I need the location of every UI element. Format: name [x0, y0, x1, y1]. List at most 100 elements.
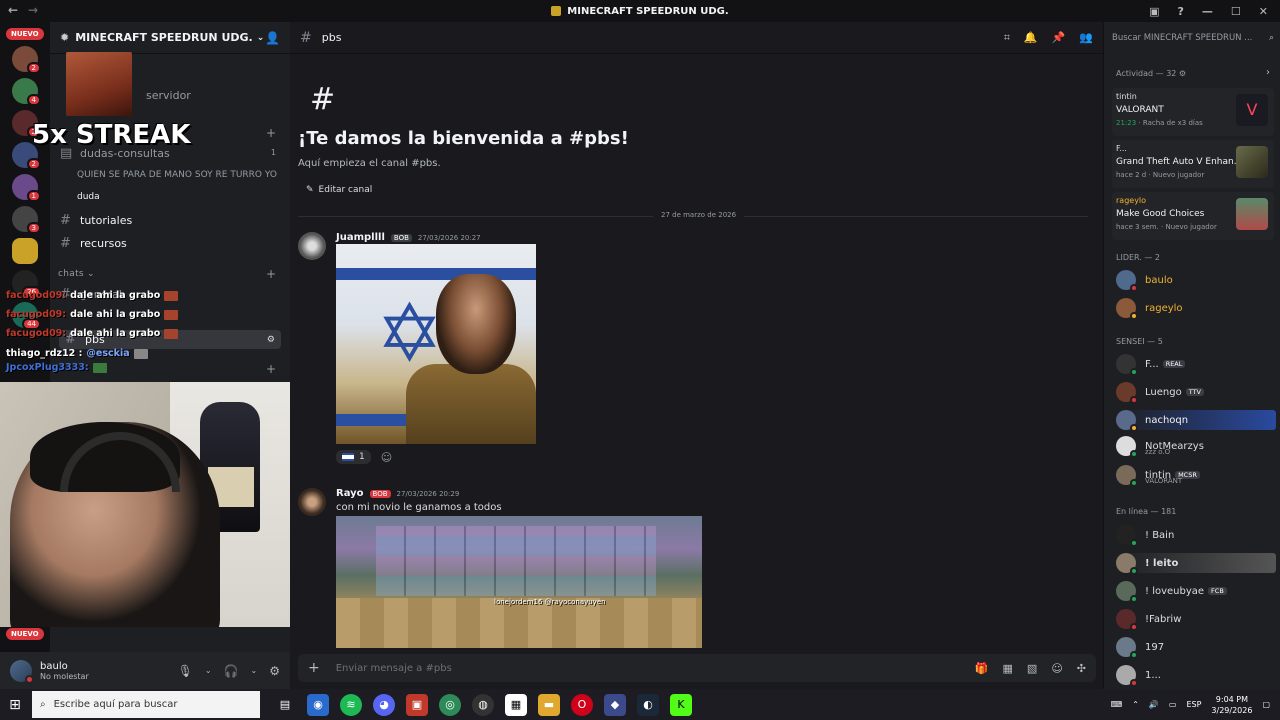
member-item[interactable]: ! loveubyae FCB — [1116, 581, 1227, 603]
member-item[interactable]: tintin MCSR VALORANT — [1116, 465, 1200, 487]
gift-icon[interactable]: 🎁 — [975, 662, 989, 675]
sticker-icon[interactable]: ▧ — [1027, 662, 1037, 675]
member-item[interactable]: ! Bain — [1116, 525, 1174, 547]
member-item[interactable]: Luengo TTV — [1116, 382, 1204, 404]
windows-start-icon[interactable]: ⊞ — [0, 697, 30, 713]
thread-duda[interactable]: duda — [77, 192, 100, 202]
member-item[interactable]: ! leito — [1116, 553, 1276, 575]
message-input[interactable]: + Enviar mensaje a #pbs 🎁 ▦ ▧ ☺ ✣ — [298, 654, 1096, 682]
add-channel-icon[interactable]: + — [266, 362, 276, 376]
avatar[interactable] — [298, 232, 326, 260]
thread-quien-se-para[interactable]: QUIEN SE PARA DE MANO SOY RE TURRO YO — [77, 170, 277, 180]
message-image[interactable]: ✡ — [336, 244, 536, 444]
member-item[interactable]: rageylo — [1116, 298, 1183, 320]
help-icon[interactable]: ? — [1178, 5, 1184, 18]
member-item[interactable]: !Fabriw — [1116, 609, 1181, 631]
microphone-icon[interactable]: 🎙 — [178, 664, 193, 678]
channel-recursos[interactable]: # recursos — [60, 236, 127, 251]
forward-arrow-icon[interactable]: → — [28, 3, 38, 17]
avatar[interactable] — [298, 488, 326, 516]
clock-date: 3/29/2026 — [1211, 705, 1253, 715]
server-icon-6[interactable]: 3 — [12, 206, 41, 234]
idle-status-icon — [1130, 312, 1138, 320]
member-item[interactable]: 197 — [1116, 637, 1165, 659]
search-input[interactable]: Buscar MINECRAFT SPEEDRUN ... ⌕ — [1112, 29, 1274, 47]
notifications-icon[interactable]: ▢ — [1262, 700, 1270, 709]
server-icon-minecraft-speedrun[interactable] — [12, 238, 38, 264]
app-icon[interactable]: ◆ — [604, 693, 626, 716]
member-item[interactable]: NotMearzys zzz o.O — [1116, 436, 1204, 458]
close-button[interactable]: ✕ — [1259, 5, 1268, 18]
channel-settings-icon[interactable]: ⚙ — [267, 335, 275, 345]
language-indicator[interactable]: ESP — [1186, 700, 1201, 709]
clock[interactable]: 9:04 PM 3/29/2026 — [1211, 694, 1252, 716]
copilot-icon[interactable]: ◉ — [307, 693, 329, 716]
file-explorer-icon[interactable]: ▬ — [538, 693, 560, 716]
invite-people-icon[interactable]: 👤 — [265, 31, 280, 45]
category-chats[interactable]: chats ⌄ — [58, 269, 95, 279]
member-list-icon[interactable]: 👥 — [1079, 31, 1093, 45]
channel-tutoriales[interactable]: # tutoriales — [60, 213, 132, 228]
maximize-button[interactable]: ☐ — [1231, 5, 1241, 18]
chrome-icon[interactable]: ◎ — [439, 693, 461, 716]
speaker-icon[interactable]: 🔊 — [1149, 700, 1159, 709]
user-tag-badge: BOB — [369, 489, 391, 498]
apps-icon[interactable]: ✣ — [1077, 662, 1086, 675]
opera-icon[interactable]: O — [571, 693, 593, 716]
network-icon[interactable]: ▭ — [1169, 700, 1177, 709]
member-name: ! leito — [1145, 557, 1179, 569]
server-header[interactable]: ✹ MINECRAFT SPEEDRUN UDG. ⌄ 👤 — [50, 22, 290, 54]
pin-icon[interactable]: 📌 — [1052, 31, 1066, 45]
bell-icon[interactable]: 🔔 — [1024, 31, 1038, 45]
task-view-icon[interactable]: ▤ — [274, 694, 296, 716]
server-icon-2[interactable]: 4 — [12, 78, 41, 106]
activity-card[interactable]: tintin VALORANT 21:23 · Racha de x3 días… — [1112, 88, 1274, 136]
edit-channel-button[interactable]: ✎ Editar canal — [298, 182, 380, 198]
attach-plus-icon[interactable]: + — [308, 660, 320, 676]
member-item[interactable]: F... REAL — [1116, 354, 1186, 376]
spotify-icon[interactable]: ≋ — [340, 693, 362, 716]
member-item[interactable]: baulo — [1116, 270, 1173, 292]
app-icon[interactable]: ◍ — [472, 693, 494, 716]
app-icon[interactable]: ▦ — [505, 693, 527, 716]
member-item[interactable]: nachoqn — [1116, 410, 1276, 432]
kick-icon[interactable]: K — [670, 693, 692, 716]
reaction-flag[interactable]: 1 — [336, 450, 371, 464]
channel-label: recursos — [80, 237, 127, 250]
avatar[interactable] — [10, 659, 34, 684]
minimize-button[interactable]: — — [1202, 5, 1213, 18]
member-item[interactable]: 1... — [1116, 665, 1161, 687]
keyboard-icon[interactable]: ⌨ — [1111, 700, 1123, 709]
avatar — [1116, 270, 1138, 292]
add-reaction-icon[interactable]: ☺ — [381, 451, 392, 464]
user-settings-icon[interactable]: ⚙ — [269, 664, 280, 678]
chevron-down-icon[interactable]: ⌄ — [251, 666, 258, 675]
server-icon-5[interactable]: 1 — [12, 174, 41, 202]
chat-text: @esckia — [86, 348, 130, 359]
chevron-right-icon[interactable]: › — [1266, 67, 1270, 78]
back-arrow-icon[interactable]: ← — [8, 3, 18, 17]
app-icon[interactable]: ▣ — [406, 693, 428, 716]
inbox-icon[interactable]: ▣ — [1149, 5, 1159, 18]
discord-icon[interactable]: ◕ — [373, 693, 395, 716]
emoji-icon[interactable]: ☺ — [1051, 662, 1062, 675]
add-channel-icon[interactable]: + — [266, 126, 276, 140]
steam-icon[interactable]: ◐ — [637, 693, 659, 716]
online-status-icon — [1130, 539, 1138, 547]
add-channel-icon[interactable]: + — [266, 267, 276, 281]
activity-card[interactable]: F... Grand Theft Auto V Enhan... hace 2 … — [1112, 140, 1274, 188]
message-author[interactable]: Juampllll — [336, 232, 385, 243]
server-icon-1[interactable]: 2 — [12, 46, 41, 74]
gif-icon[interactable]: ▦ — [1003, 662, 1013, 675]
member-name: 197 — [1145, 641, 1165, 653]
message-author[interactable]: Rayo — [336, 488, 364, 499]
activity-card[interactable]: rageylo Make Good Choices hace 3 sem. · … — [1112, 192, 1274, 240]
chevron-down-icon[interactable]: ⌄ — [205, 666, 212, 675]
taskbar-search-input[interactable]: ⌕ Escribe aquí para buscar — [32, 691, 260, 718]
channel-label: tutoriales — [80, 214, 133, 227]
message-image-minecraft[interactable]: lonejordem16 @rayoconayuyen — [336, 516, 702, 648]
headphones-icon[interactable]: 🎧 — [224, 664, 239, 678]
chevron-up-icon[interactable]: ⌃ — [1132, 700, 1139, 709]
sidebar-item-servidor[interactable]: servidor — [146, 89, 191, 102]
threads-icon[interactable]: ⌗ — [1004, 31, 1010, 45]
